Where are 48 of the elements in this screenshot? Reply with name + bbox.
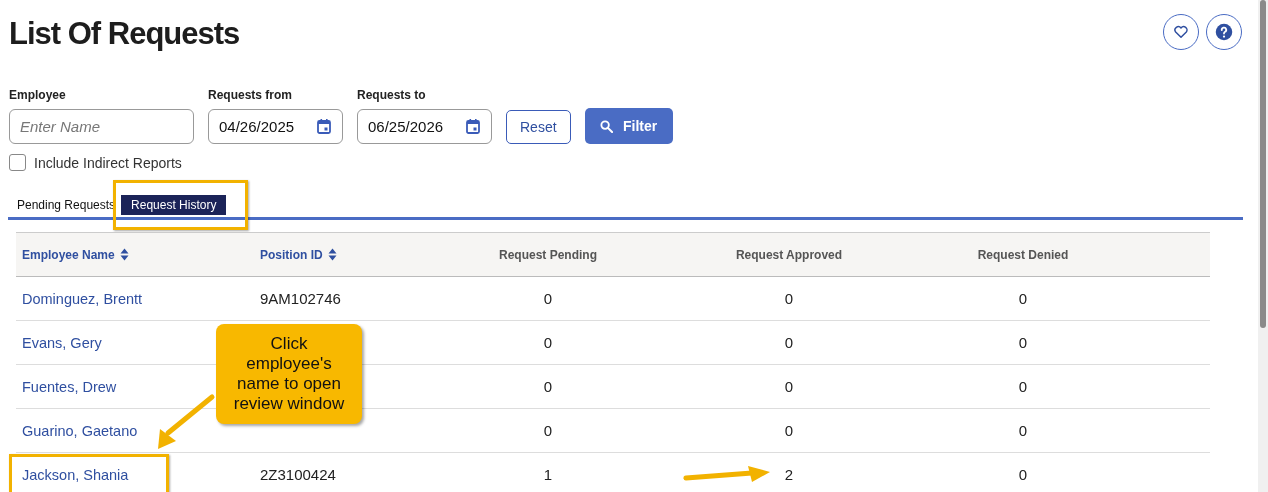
- tab[interactable]: Request History: [121, 195, 227, 215]
- table-cell: 9AM102746: [260, 290, 341, 307]
- sort-icon: [327, 248, 337, 261]
- table-cell: 0: [543, 378, 553, 395]
- employee-link[interactable]: Evans, Gery: [22, 335, 102, 351]
- table-cell: 0: [1018, 422, 1028, 439]
- table-cell: 0: [784, 422, 794, 439]
- table-cell: 2Z3100424: [260, 466, 336, 483]
- table-cell: 0: [543, 422, 553, 439]
- callout: Click employee's name to open review window: [216, 324, 362, 424]
- employee-link[interactable]: Fuentes, Drew: [22, 379, 117, 395]
- table-cell: 0: [1018, 334, 1028, 351]
- date-field[interactable]: 04/26/2025: [208, 109, 343, 144]
- tab[interactable]: Pending Requests: [17, 196, 116, 215]
- table-cell: 2: [784, 466, 794, 483]
- column-header: Request Approved: [735, 247, 843, 262]
- column-header[interactable]: Employee Name: [22, 247, 129, 262]
- calendar-icon: [466, 119, 480, 134]
- scrollbar[interactable]: [1258, 0, 1268, 492]
- field-label: Requests from: [208, 88, 294, 102]
- table-cell: 0: [784, 290, 794, 307]
- checkbox[interactable]: [9, 154, 26, 171]
- calendar-icon: [317, 119, 331, 134]
- column-header: Request Denied: [977, 247, 1069, 262]
- help-icon[interactable]: [1206, 14, 1242, 50]
- table-cell: 0: [543, 290, 553, 307]
- employee-link[interactable]: Guarino, Gaetano: [22, 423, 138, 439]
- table-cell: 0: [543, 334, 553, 351]
- table-cell: 0: [1018, 466, 1028, 483]
- checkbox-label: Include Indirect Reports: [34, 154, 182, 171]
- employee-link[interactable]: Dominguez, Brentt: [22, 291, 143, 307]
- table-cell: 0: [1018, 378, 1028, 395]
- table-cell: 1: [543, 466, 553, 483]
- table-cell: 0: [1018, 290, 1028, 307]
- table-cell: 0: [784, 378, 794, 395]
- field-label: Employee: [9, 88, 67, 102]
- column-header[interactable]: Position ID: [260, 247, 337, 262]
- column-header: Request Pending: [499, 247, 597, 262]
- employee-link[interactable]: Jackson, Shania: [22, 467, 129, 483]
- sort-icon: [119, 248, 129, 261]
- filter-button[interactable]: Filter: [584, 108, 673, 144]
- employee-name-field[interactable]: Enter Name: [9, 109, 194, 144]
- field-label: Requests to: [357, 88, 427, 102]
- reset-button[interactable]: Reset: [506, 110, 571, 144]
- page-title: List Of Requests: [9, 16, 240, 52]
- table-cell: 0: [784, 334, 794, 351]
- date-field[interactable]: 06/25/2026: [357, 109, 492, 144]
- search-icon: [599, 119, 613, 133]
